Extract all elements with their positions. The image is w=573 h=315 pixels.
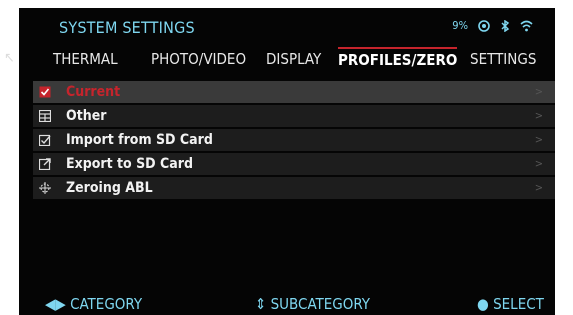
list-item-label: Zeroing ABL bbox=[66, 180, 153, 196]
up-down-arrows-icon: ⇕ bbox=[255, 295, 267, 313]
list-item-label: Export to SD Card bbox=[66, 156, 193, 172]
category-hint-label: CATEGORY bbox=[70, 295, 143, 313]
tab-profiles-zero[interactable]: PROFILES/ZERO bbox=[338, 47, 458, 73]
select-dot-icon: ● bbox=[477, 295, 489, 313]
back-arrow-icon[interactable]: ↖ bbox=[4, 50, 15, 66]
list-item-label: Current bbox=[66, 84, 121, 100]
tab-settings[interactable]: SETTINGS bbox=[470, 46, 536, 70]
chevron-right-icon: > bbox=[534, 85, 543, 98]
left-right-arrows-icon: ◀▶ bbox=[45, 295, 66, 313]
wifi-icon bbox=[520, 20, 533, 32]
profile-menu-list: Current > Other > Import from SD Card > … bbox=[33, 81, 555, 201]
list-item-zeroing-abl[interactable]: Zeroing ABL > bbox=[33, 177, 555, 199]
list-item-current[interactable]: Current > bbox=[33, 81, 555, 103]
tab-bar: THERMAL PHOTO/VIDEO DISPLAY PROFILES/ZER… bbox=[19, 46, 555, 74]
checkbox-icon bbox=[38, 85, 52, 99]
crosshair-icon bbox=[38, 181, 52, 195]
select-hint: ● SELECT bbox=[477, 295, 544, 313]
import-icon bbox=[38, 133, 52, 147]
tab-photo-video[interactable]: PHOTO/VIDEO bbox=[151, 46, 246, 70]
device-screen: SYSTEM SETTINGS 9% THERMAL PHOTO/VIDEO D… bbox=[19, 8, 555, 315]
list-item-label: Other bbox=[66, 108, 107, 124]
chevron-right-icon: > bbox=[534, 109, 543, 122]
chevron-right-icon: > bbox=[534, 181, 543, 194]
list-item-other[interactable]: Other > bbox=[33, 105, 555, 127]
page-title: SYSTEM SETTINGS bbox=[59, 18, 195, 37]
subcategory-hint: ⇕ SUBCATEGORY bbox=[255, 295, 370, 313]
list-item-label: Import from SD Card bbox=[66, 132, 213, 148]
export-icon bbox=[38, 157, 52, 171]
subcategory-hint-label: SUBCATEGORY bbox=[270, 295, 371, 313]
select-hint-label: SELECT bbox=[493, 295, 544, 313]
status-bar: 9% bbox=[452, 20, 533, 32]
signal-icon bbox=[478, 20, 490, 32]
footer-hints: ◀▶ CATEGORY ⇕ SUBCATEGORY ● SELECT bbox=[19, 293, 555, 315]
grid-icon bbox=[38, 109, 52, 123]
battery-status-text: 9% bbox=[452, 19, 468, 32]
chevron-right-icon: > bbox=[534, 133, 543, 146]
list-item-export[interactable]: Export to SD Card > bbox=[33, 153, 555, 175]
list-item-import[interactable]: Import from SD Card > bbox=[33, 129, 555, 151]
tab-thermal[interactable]: THERMAL bbox=[53, 46, 118, 70]
category-hint: ◀▶ CATEGORY bbox=[45, 295, 142, 313]
bluetooth-icon bbox=[501, 20, 510, 32]
header: SYSTEM SETTINGS 9% bbox=[19, 8, 555, 44]
chevron-right-icon: > bbox=[534, 157, 543, 170]
tab-display[interactable]: DISPLAY bbox=[266, 46, 321, 70]
